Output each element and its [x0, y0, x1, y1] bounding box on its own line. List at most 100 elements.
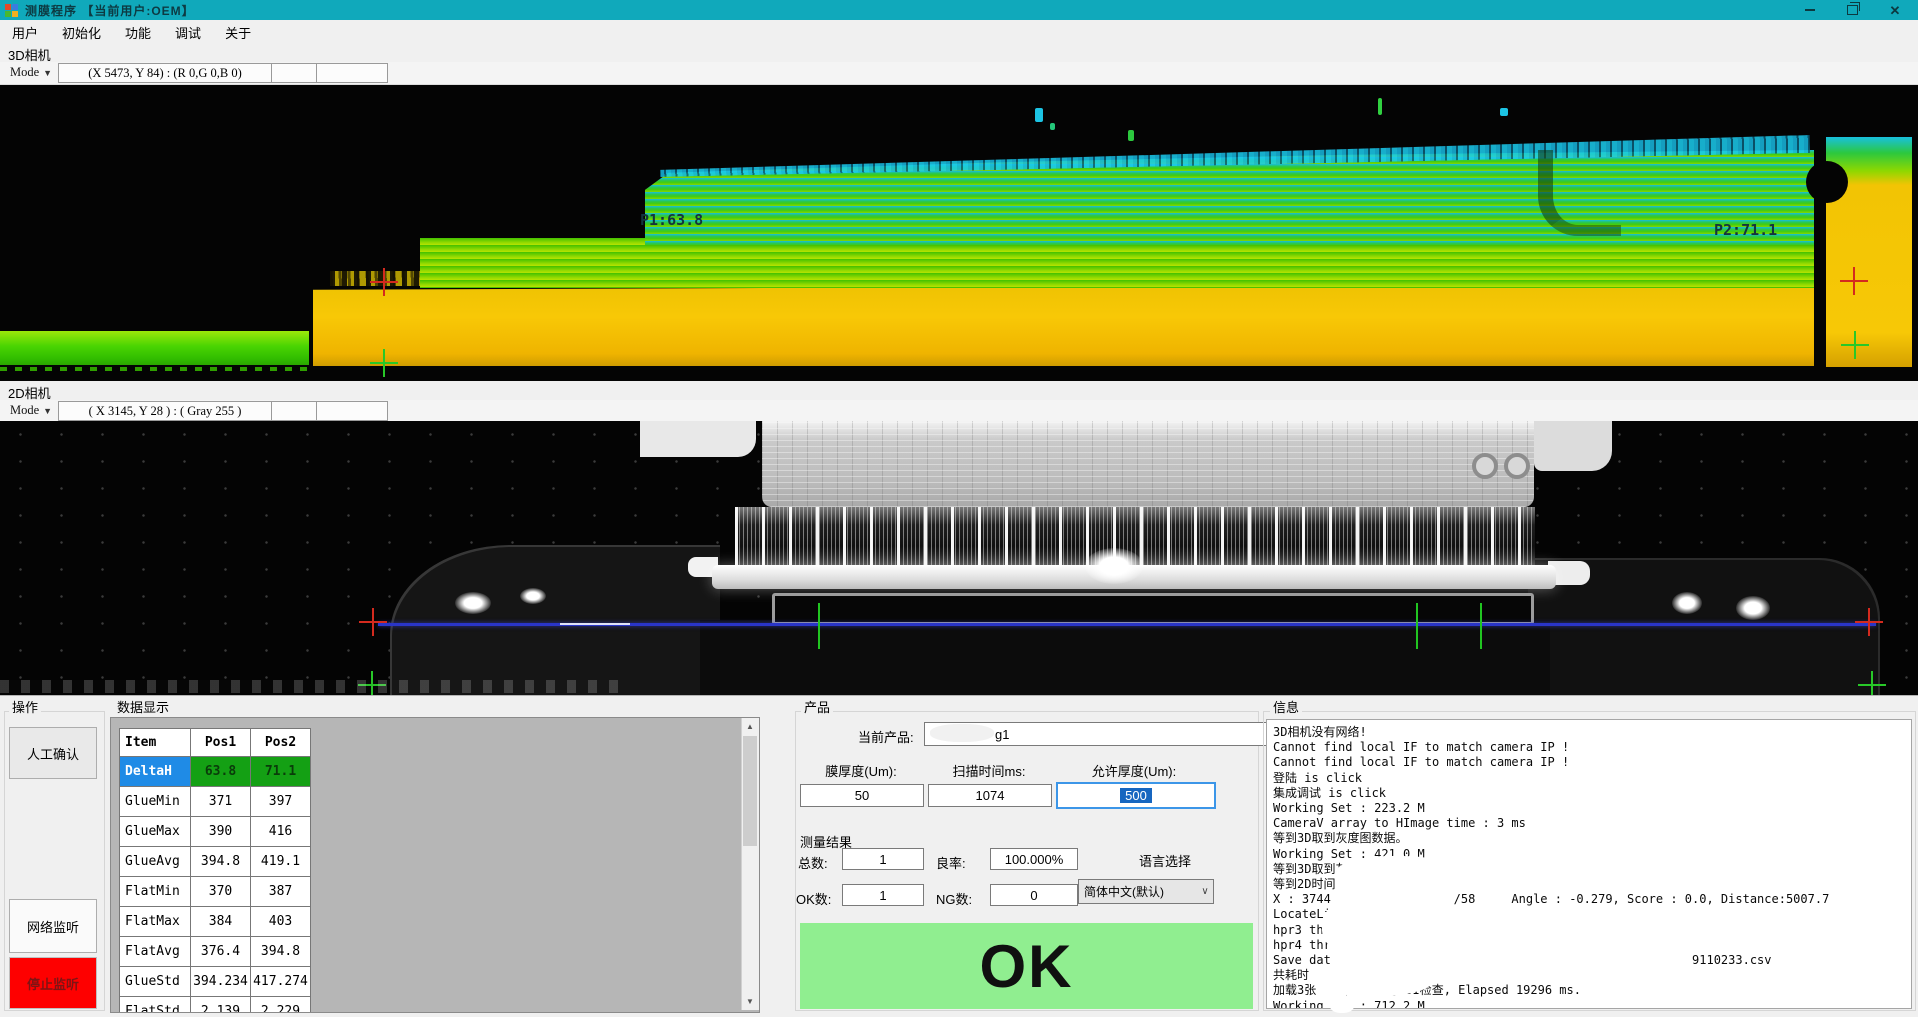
pcb-left-tab: [640, 421, 756, 457]
camera-3d-toolbar: Mode▼ (X 5473, Y 84) : (R 0,G 0,B 0): [0, 62, 1918, 85]
scan-time-field[interactable]: 1074: [928, 784, 1052, 807]
chevron-down-icon: ▼: [43, 406, 52, 416]
image-noise-strip: [0, 680, 630, 693]
log-line: 集成调试 is click: [1273, 786, 1911, 801]
menu-item-4[interactable]: 调试: [163, 20, 213, 45]
table-cell: 394.8: [251, 937, 311, 967]
table-cell: 394.234: [191, 967, 251, 997]
table-cell: 71.1: [251, 757, 311, 787]
scrollbar-thumb[interactable]: [743, 736, 757, 846]
table-cell: 419.1: [251, 847, 311, 877]
ng-count-field[interactable]: 0: [990, 884, 1078, 906]
stop-listen-button[interactable]: 停止监听: [9, 957, 97, 1009]
data-table-panel: ItemPos1Pos2 DeltaH63.871.1GlueMin371397…: [110, 717, 760, 1013]
table-cell: 397: [251, 787, 311, 817]
marker-cross-green: [1841, 331, 1869, 359]
menu-item-2[interactable]: 初始化: [50, 20, 113, 45]
table-row[interactable]: FlatAvg376.4394.8: [120, 937, 311, 967]
pixel-readout-3d: (X 5473, Y 84) : (R 0,G 0,B 0): [58, 63, 272, 83]
connector-slot: [772, 593, 1534, 625]
language-select[interactable]: 简体中文(默认) ∨: [1078, 879, 1214, 904]
network-listen-button[interactable]: 网络监听: [9, 899, 97, 953]
language-label: 语言选择: [1110, 851, 1220, 870]
mode-dropdown-3d[interactable]: Mode▼: [4, 63, 58, 82]
table-cell: FlatMin: [120, 877, 191, 907]
heightmap-left-bar-edge: [0, 367, 309, 371]
chevron-down-icon: ∨: [1197, 886, 1213, 897]
marker-cross-red: [359, 608, 387, 636]
highlight-blob: [1736, 596, 1770, 620]
pixel-readout-2d: ( X 3145, Y 28 ) : ( Gray 255 ): [58, 401, 272, 421]
maximize-button[interactable]: [1835, 0, 1869, 20]
table-cell: 370: [191, 877, 251, 907]
heightmap-left-bar: [0, 331, 309, 365]
log-line: Cannot find local IF to match camera IP …: [1273, 740, 1911, 755]
table-header-cell: Pos2: [251, 729, 311, 757]
film-thickness-field[interactable]: 50: [800, 784, 924, 807]
product-label: 产品: [801, 697, 833, 716]
table-row[interactable]: FlatMax384403: [120, 907, 311, 937]
scroll-up-icon[interactable]: ▲: [742, 718, 758, 735]
table-row[interactable]: FlatMin370387: [120, 877, 311, 907]
scroll-down-icon[interactable]: ▼: [742, 993, 758, 1010]
measure-tick-green: [1480, 603, 1482, 649]
chevron-down-icon: ▼: [43, 68, 52, 78]
marker-cross-green: [1858, 671, 1886, 695]
table-row[interactable]: FlatStd2.1392.229: [120, 997, 311, 1014]
ok-count-field[interactable]: 1: [842, 884, 924, 906]
camera-2d-view[interactable]: [0, 421, 1918, 695]
menu-item-3[interactable]: 功能: [113, 20, 163, 45]
close-button[interactable]: ✕: [1878, 0, 1912, 20]
table-cell: 390: [191, 817, 251, 847]
maximize-icon: [1847, 5, 1858, 15]
table-header-cell: Pos1: [191, 729, 251, 757]
menu-item-1[interactable]: 用户: [0, 20, 50, 45]
highlight-blob: [455, 592, 491, 614]
bottom-panel: 操作 人工确认 网络监听 停止监听 数据显示 ItemPos1Pos2 Delt…: [0, 695, 1918, 1017]
redaction-blob: [1312, 964, 1432, 996]
title-bar: 测膜程序 【当前用户:OEM】 ✕: [0, 0, 1918, 20]
close-icon: ✕: [1890, 4, 1901, 17]
table-row[interactable]: GlueStd394.234417.274: [120, 967, 311, 997]
table-scrollbar[interactable]: ▲ ▼: [741, 718, 759, 1010]
camera-3d-view[interactable]: P1:63.8 P2:71.1: [0, 85, 1918, 381]
log-line: Working Set : 712.2 M: [1273, 999, 1911, 1009]
table-cell: 417.274: [251, 967, 311, 997]
menu-bar: 用户初始化功能调试关于: [0, 20, 1918, 44]
toolbar-cell: [271, 63, 317, 83]
table-cell: FlatAvg: [120, 937, 191, 967]
toolbar-cell: [271, 401, 317, 421]
table-cell: DeltaH: [120, 757, 191, 787]
yield-field[interactable]: 100.000%: [990, 848, 1078, 870]
toolbar-cell: [316, 63, 388, 83]
scan-time-label: 扫描时间ms:: [928, 761, 1050, 780]
measure-tick-green: [1416, 603, 1418, 649]
marker-cross-red: [1855, 608, 1883, 636]
noise-dot: [1500, 108, 1508, 116]
table-header: ItemPos1Pos2: [120, 729, 311, 757]
table-cell: 63.8: [191, 757, 251, 787]
table-row[interactable]: GlueMin371397: [120, 787, 311, 817]
table-row[interactable]: GlueAvg394.8419.1: [120, 847, 311, 877]
menu-item-5[interactable]: 关于: [213, 20, 263, 45]
connector-body-left: [390, 545, 720, 695]
redaction-blob: [1330, 998, 1354, 1013]
pcb-right-piece: [1534, 421, 1612, 471]
table-cell: 403: [251, 907, 311, 937]
redaction-blob: [1322, 892, 1452, 962]
total-field[interactable]: 1: [842, 848, 924, 870]
table-cell: FlatStd: [120, 997, 191, 1014]
table-cell: 2.229: [251, 997, 311, 1014]
table-row[interactable]: DeltaH63.871.1: [120, 757, 311, 787]
allow-thickness-field[interactable]: 500: [1056, 782, 1216, 809]
mode-dropdown-2d[interactable]: Mode▼: [4, 401, 58, 420]
log-line: Cannot find local IF to match camera IP …: [1273, 755, 1911, 770]
table-cell: GlueMin: [120, 787, 191, 817]
table-cell: GlueAvg: [120, 847, 191, 877]
minimize-button[interactable]: [1793, 0, 1827, 20]
log-line: 等到3D取到灰度图数据。: [1273, 831, 1911, 846]
log-line: CameraV array to HImage time : 3 ms: [1273, 816, 1911, 831]
manual-confirm-button[interactable]: 人工确认: [9, 727, 97, 779]
table-row[interactable]: GlueMax390416: [120, 817, 311, 847]
table-cell: 2.139: [191, 997, 251, 1014]
